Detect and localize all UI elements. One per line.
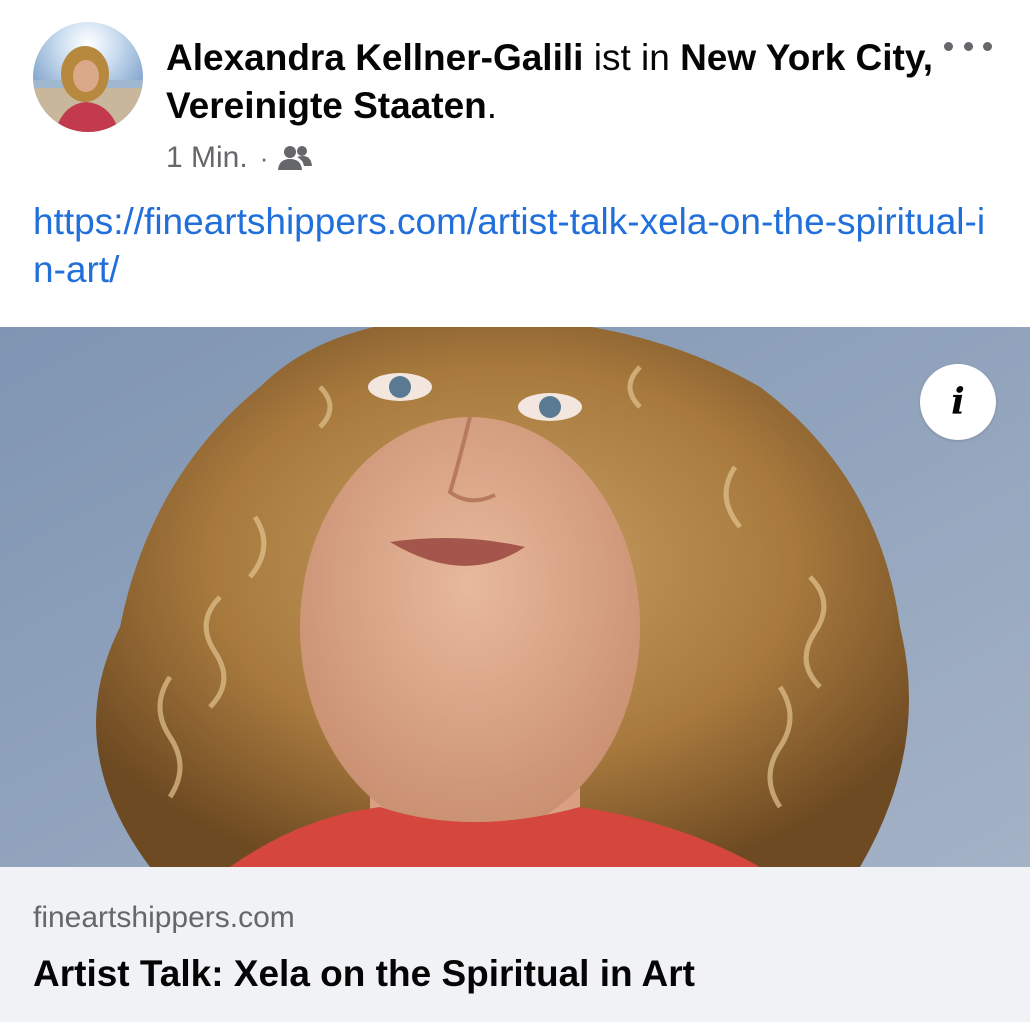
- post-timestamp[interactable]: 1 Min.: [166, 141, 248, 175]
- link-preview-card[interactable]: i fineartshippers.com Artist Talk: Xela …: [0, 327, 1030, 1022]
- checkin-connector: ist in: [593, 37, 670, 78]
- link-preview-image[interactable]: i: [0, 327, 1030, 867]
- post-meta: 1 Min. ·: [166, 138, 313, 178]
- info-icon[interactable]: i: [920, 364, 996, 440]
- link-preview-title: Artist Talk: Xela on the Spiritual in Ar…: [33, 953, 695, 994]
- location-period: .: [486, 85, 498, 126]
- author-name-link[interactable]: Alexandra Kellner-Galili: [166, 37, 583, 78]
- friends-icon[interactable]: [278, 144, 313, 172]
- feed-post: Alexandra Kellner-Galili ist in New York…: [0, 0, 1030, 1022]
- meta-separator: ·: [259, 142, 269, 173]
- link-preview-domain: fineartshippers.com: [33, 901, 295, 934]
- more-options-icon[interactable]: [940, 32, 996, 60]
- author-avatar[interactable]: [33, 22, 143, 132]
- post-text-link[interactable]: https://fineartshippers.com/artist-talk-…: [33, 198, 1003, 294]
- link-preview-footer[interactable]: fineartshippers.com Artist Talk: Xela on…: [0, 867, 1030, 1022]
- post-headline: Alexandra Kellner-Galili ist in New York…: [166, 34, 936, 130]
